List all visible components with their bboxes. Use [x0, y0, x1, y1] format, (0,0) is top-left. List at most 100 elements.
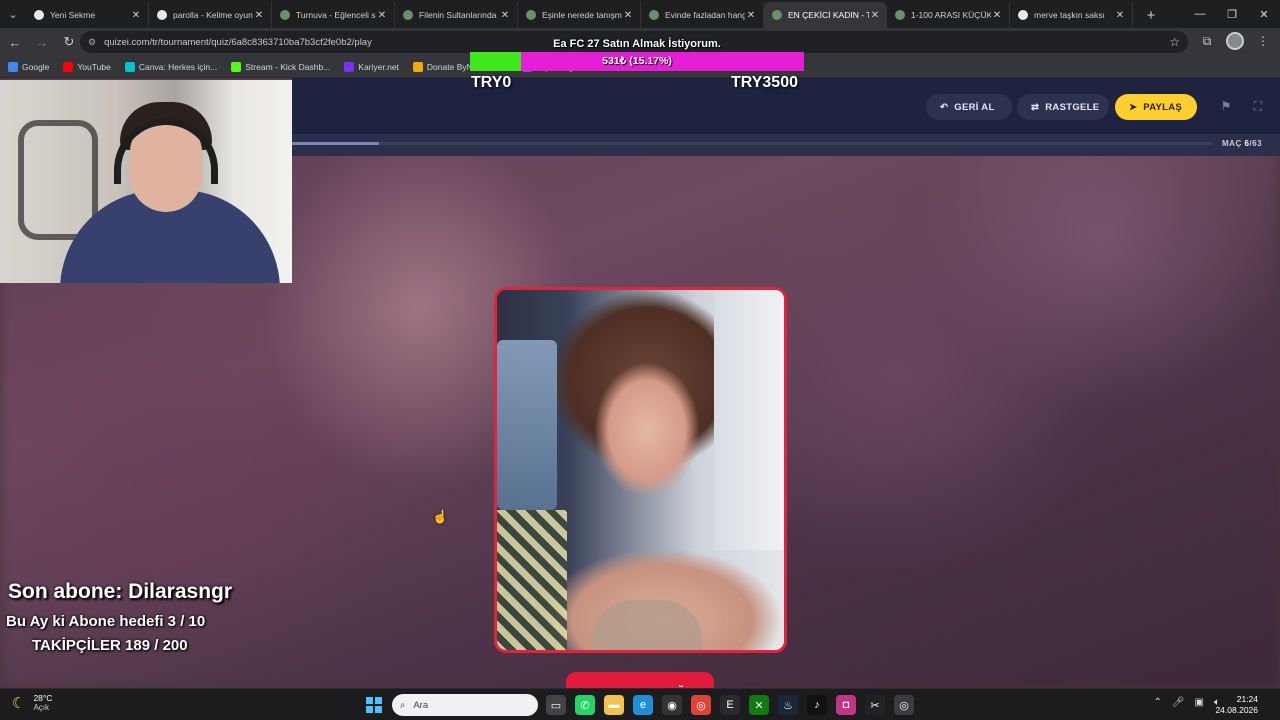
browser-tab[interactable]: parolla - Kelime oyun ✕ [149, 2, 272, 28]
bookmark-label: Stream - Kick Dashb... [245, 61, 331, 72]
tab-favicon-icon [403, 10, 413, 20]
browser-tab[interactable]: Evinde fazladan hang ✕ [641, 2, 764, 28]
donation-max-label: TRY3500 [731, 74, 798, 91]
obs-icon[interactable]: ◉ [662, 695, 682, 715]
restore-button[interactable]: ❐ [1216, 0, 1248, 28]
network-icon[interactable]: ▣ [1195, 697, 1204, 708]
site-info-icon[interactable]: ⚙ [88, 37, 96, 48]
reload-button[interactable]: ↻ [57, 30, 81, 54]
match-total: 63 [1252, 139, 1263, 148]
fullscreen-icon[interactable]: ⛶ [1250, 98, 1266, 114]
browser-tab[interactable]: Yeni Sekme ✕ [26, 2, 149, 28]
microphone-icon[interactable]: 🎤︎ [1172, 697, 1185, 708]
share-button[interactable]: ➤ PAYLAŞ [1115, 94, 1197, 120]
weather-widget[interactable]: ☾ 28°C Açık [12, 693, 52, 712]
tab-title: Yeni Sekme [50, 10, 96, 20]
start-button[interactable] [366, 697, 382, 713]
xbox-icon[interactable]: ✕ [749, 695, 769, 715]
epic-games-icon[interactable]: E [720, 695, 740, 715]
tab-favicon-icon [1018, 10, 1028, 20]
subscriber-goal-text: Bu Ay ki Abone hedefi 3 / 10 [6, 613, 206, 630]
donation-progress-bar: 531₺ (15.17%) [470, 52, 804, 71]
new-tab-button[interactable]: + [1139, 3, 1163, 27]
contestant-photo [497, 290, 784, 650]
bookmark-label: Canva: Herkes için... [138, 61, 218, 72]
bookmark-favicon-icon [8, 61, 18, 72]
profile-avatar[interactable] [1226, 32, 1244, 50]
instagram-icon[interactable]: ◘ [836, 695, 856, 715]
tab-close-icon[interactable]: ✕ [499, 10, 511, 21]
tab-close-icon[interactable]: ✕ [869, 10, 881, 21]
bookmark-favicon-icon [412, 61, 423, 72]
tab-title: EN ÇEKİCİ KADIN - T [788, 10, 869, 20]
file-explorer-icon[interactable]: ▬ [604, 695, 624, 715]
chrome-active-icon[interactable]: ◎ [894, 695, 914, 715]
whatsapp-icon[interactable]: ✆ [575, 695, 595, 715]
browser-tab[interactable]: Filenin Sultanlarında ✕ [395, 2, 518, 28]
random-label: RASTGELE [1045, 101, 1100, 113]
tab-close-icon[interactable]: ✕ [253, 10, 265, 21]
browser-tab[interactable]: 1-100 ARASI KÜÇÜK ✕ [887, 2, 1010, 28]
bookmark-star-icon[interactable]: ☆ [1169, 35, 1180, 49]
tab-close-icon[interactable]: ✕ [991, 10, 1003, 21]
bookmark-item[interactable]: Kariyer.net [344, 61, 399, 72]
time: 21:24 [1236, 694, 1258, 704]
random-button[interactable]: ⇄ RASTGELE [1017, 94, 1109, 120]
tab-title: 1-100 ARASI KÜÇÜK [911, 10, 991, 20]
tab-title: parolla - Kelime oyun [173, 10, 253, 20]
forward-button[interactable]: → [30, 30, 54, 54]
minimize-button[interactable]: — [1184, 0, 1216, 28]
tiktok-icon[interactable]: ♪ [807, 695, 827, 715]
close-window-button[interactable]: ✕ [1248, 0, 1280, 28]
task-view-icon[interactable]: ▭ [546, 695, 566, 715]
undo-button[interactable]: ↶ GERİ AL [926, 94, 1012, 120]
match-current: 6 [1244, 139, 1250, 148]
tab-favicon-icon [526, 10, 536, 20]
bookmark-item[interactable]: Canva: Herkes için... [124, 61, 218, 72]
clock[interactable]: 21:24 24.08.2026 [1215, 694, 1258, 716]
more-menu-icon[interactable]: ⋮ [1254, 32, 1272, 50]
contestant-name-button[interactable]: AFRA SARAÇOĞLU [566, 672, 714, 688]
extensions-icon[interactable]: ⧉ [1198, 32, 1216, 50]
browser-tab[interactable]: merve taşkın saksı ✕ [1010, 2, 1133, 28]
tab-close-icon[interactable]: ✕ [622, 10, 634, 21]
bookmark-item[interactable]: YouTube [63, 61, 111, 72]
contestant-card[interactable] [494, 287, 787, 653]
tab-favicon-icon [649, 10, 659, 20]
tab-search-button[interactable]: ⌄ [0, 0, 26, 28]
tray-expand-icon[interactable]: ⌃ [1153, 697, 1161, 708]
tab-close-icon[interactable]: ✕ [745, 10, 757, 21]
edge-icon[interactable]: e [633, 695, 653, 715]
window-controls: — ❐ ✕ [1184, 0, 1280, 28]
tab-strip: ⌄ Yeni Sekme ✕ parolla - Kelime oyun ✕ Turnu… [0, 0, 1280, 28]
tab-close-icon[interactable]: ✕ [376, 10, 388, 21]
match-progress-bar [292, 142, 1212, 145]
bookmark-item[interactable]: Stream - Kick Dashb... [231, 61, 331, 72]
tab-title: Filenin Sultanlarında [419, 10, 497, 20]
bookmark-label: YouTube [77, 61, 111, 72]
tab-close-icon[interactable]: ✕ [130, 10, 142, 21]
tab-title: Evinde fazladan hang [665, 10, 745, 20]
bookmark-item[interactable]: Google [8, 61, 49, 72]
match-label: MAÇ [1222, 139, 1242, 148]
taskbar-search[interactable]: ⌕ Ara [392, 694, 538, 716]
undo-label: GERİ AL [954, 101, 995, 113]
browser-tab[interactable]: Turnuva - Eğlenceli s ✕ [272, 2, 395, 28]
tab-title: merve taşkın saksı [1034, 10, 1105, 20]
temperature: 28°C [33, 693, 53, 703]
back-button[interactable]: ← [3, 30, 27, 54]
chrome-icon[interactable]: ◎ [691, 695, 711, 715]
tab-favicon-icon [772, 10, 782, 20]
bookmark-favicon-icon [124, 61, 135, 72]
capcut-icon[interactable]: ✂ [865, 695, 885, 715]
browser-tab[interactable]: Eşinle nerede tanışm ✕ [518, 2, 641, 28]
steam-icon[interactable]: ♨ [778, 695, 798, 715]
tab-favicon-icon [34, 10, 44, 20]
flag-icon[interactable]: ⚑ [1218, 98, 1234, 114]
tab-close-icon[interactable]: ✕ [1114, 10, 1126, 21]
tab-favicon-icon [280, 10, 290, 20]
bookmark-label: Kariyer.net [358, 61, 399, 72]
browser-tab[interactable]: EN ÇEKİCİ KADIN - T ✕ [764, 2, 887, 28]
bookmark-favicon-icon [63, 61, 74, 72]
weather-condition: Açık [33, 703, 50, 712]
